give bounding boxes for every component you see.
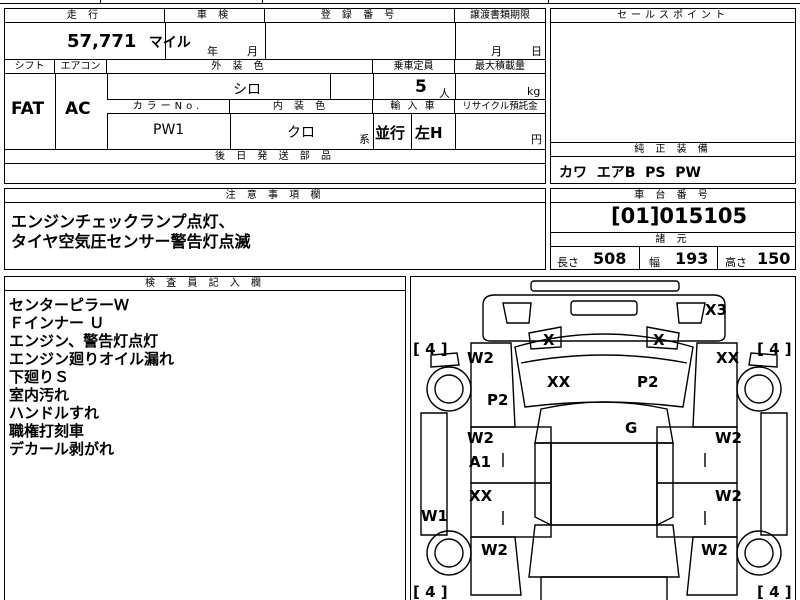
interior-color-header: 内 装 色 [230, 100, 373, 114]
registration-header: 登 録 番 号 [265, 9, 455, 23]
damage-mark-hood-right: P2 [637, 373, 659, 391]
top-clipped-strip [0, 0, 800, 4]
damage-mark-left-rear-fender: W2 [481, 541, 508, 559]
import-car-header: 輸 入 車 [373, 100, 455, 114]
damage-mark-hood-left: XX [547, 373, 571, 391]
damage-mark-left-front-door-lower: A1 [469, 453, 492, 471]
inspector-line-9: デカール剥がれ [9, 440, 115, 458]
length-label: 長さ [557, 256, 579, 269]
length-value: 508 [593, 249, 627, 268]
color-no-header: カラーNo. [107, 100, 230, 114]
capacity-value: 5 [415, 77, 427, 97]
capacity-header: 乗車定員 [373, 60, 455, 74]
dimensions-header: 諸 元 [551, 233, 795, 247]
mileage-value: 57,771 マイル [67, 31, 191, 52]
tire-front-right-grade: [ 4 ] [757, 340, 792, 358]
damage-mark-left-rear-door: XX [469, 487, 493, 505]
aircon-value: AC [65, 99, 91, 119]
inspection-month-unit: 月 [247, 45, 258, 58]
aircon-header: エアコン [55, 60, 107, 74]
damage-mark-left-headlight: X [543, 331, 555, 349]
damage-mark-left-front-door: W2 [467, 429, 494, 447]
mileage-unit: マイル [148, 35, 191, 51]
exterior-color-header: 外 装 色 [107, 60, 373, 74]
transfer-day-unit: 日 [531, 45, 542, 58]
sales-point-box: セールスポイント 純 正 装 備 カワ エアB PS PW [550, 8, 796, 184]
damage-mark-right-rear-fender: W2 [701, 541, 728, 559]
shift-header: シフト [5, 60, 55, 74]
chassis-box: 車 台 番 号 [01]015105 諸 元 長さ 508 幅 193 高さ 1… [550, 188, 796, 270]
top-divider-1 [100, 0, 101, 4]
recycle-fee-header: リサイクル預託金 [455, 100, 545, 114]
max-load-unit: kg [527, 85, 541, 98]
tire-rear-right-grade: [ 4 ] [757, 583, 792, 600]
damage-mark-right-headlight: X [653, 331, 665, 349]
chassis-header: 車 台 番 号 [551, 189, 795, 203]
notes-line-2: タイヤ空気圧センサー警告灯点滅 [11, 232, 251, 251]
tire-front-left-grade: [ 4 ] [413, 340, 448, 358]
inspector-header: 検 査 員 記 入 欄 [5, 277, 405, 291]
damage-diagram-box: [ 4 ] [ 4 ] [ 4 ] [ 4 ] X3 X X W2 XX XX … [410, 276, 796, 600]
damage-mark-left-sill: W1 [421, 507, 448, 525]
recycle-fee-unit: 円 [531, 133, 542, 146]
notes-box: 注 意 事 項 欄 エンジンチェックランプ点灯、 タイヤ空気圧センサー警告灯点滅 [4, 188, 546, 270]
damage-mark-front-bumper: X3 [705, 301, 728, 319]
color-no-value: PW1 [153, 122, 185, 138]
tire-rear-left-grade: [ 4 ] [413, 583, 448, 600]
damage-mark-windshield: G [625, 419, 638, 437]
damage-mark-left-fender: W2 [467, 349, 494, 367]
mileage-header: 走 行 [5, 9, 165, 23]
import-steering-value: 左H [415, 124, 443, 142]
mileage-number: 57,771 [67, 31, 137, 52]
damage-mark-right-fender: XX [716, 349, 740, 367]
height-label: 高さ [725, 256, 747, 269]
damage-mark-left-fender-lower: P2 [487, 391, 509, 409]
width-label: 幅 [649, 256, 660, 269]
interior-color-unit: 系 [359, 133, 370, 146]
inspection-year-unit: 年 [207, 45, 218, 58]
top-divider-2 [262, 0, 263, 4]
genuine-equipment-header: 純 正 装 備 [551, 143, 795, 157]
max-load-header: 最大積載量 [455, 60, 545, 74]
notes-header: 注 意 事 項 欄 [5, 189, 545, 203]
width-value: 193 [675, 249, 709, 268]
vehicle-info-table: 走 行 車 検 登 録 番 号 譲渡書類期限 57,771 マイル 年 月 月 … [4, 8, 546, 184]
import-drive-value: 並行 [375, 124, 406, 142]
damage-mark-right-rear-door: W2 [715, 487, 742, 505]
later-parts-header: 後 日 発 送 部 品 [5, 150, 545, 164]
chassis-number: [01]015105 [611, 204, 748, 228]
top-divider-3 [548, 0, 549, 4]
shift-value: FAT [11, 99, 45, 119]
height-value: 150 [757, 249, 791, 268]
transfer-month-unit: 月 [491, 45, 502, 58]
genuine-equipment-value: カワ エアB PS PW [559, 165, 701, 181]
exterior-color-value: シロ [233, 82, 261, 98]
interior-color-value: クロ [287, 125, 315, 141]
transfer-deadline-header: 譲渡書類期限 [455, 9, 545, 23]
inspection-header: 車 検 [165, 9, 265, 23]
damage-mark-right-front-door: W2 [715, 429, 742, 447]
sales-point-header: セールスポイント [551, 9, 795, 23]
inspector-box: 検 査 員 記 入 欄 センターピラーＷ Ｆインナー Ｕ エンジン、警告灯点灯 … [4, 276, 406, 600]
